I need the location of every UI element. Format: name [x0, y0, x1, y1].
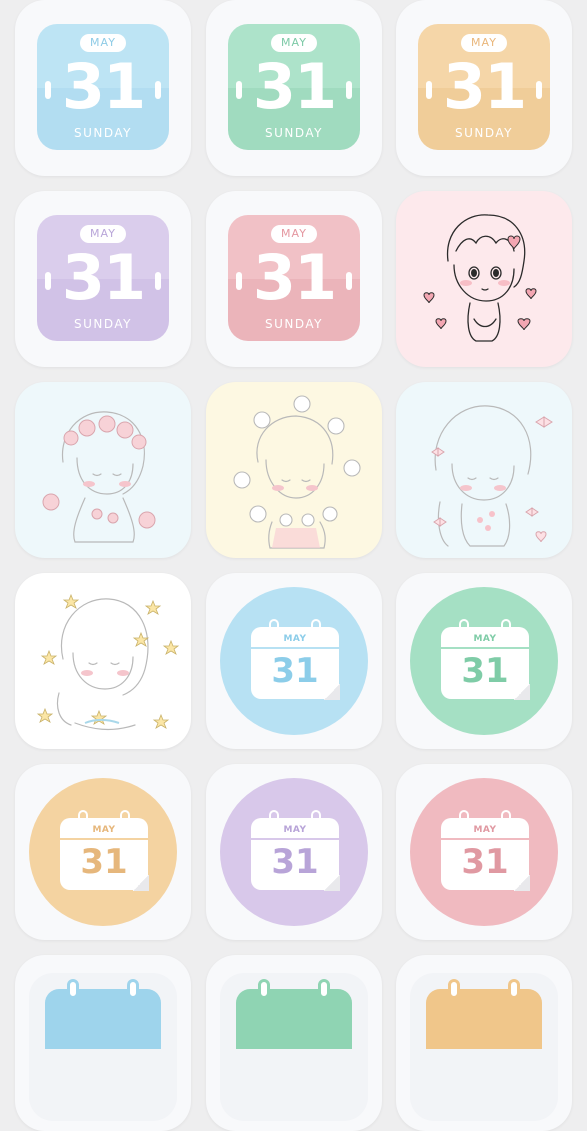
flip-calendar-green-icon: MAY 31 SUNDAY	[228, 24, 360, 150]
girl-flower-crown-illustration-icon	[42, 411, 156, 543]
girl-flowers-tile[interactable]	[206, 382, 382, 558]
girl-flower-crown-tile[interactable]	[15, 382, 191, 558]
square-calendar-orange-icon	[426, 979, 542, 1049]
square-calendar-blue-icon	[45, 979, 161, 1049]
circle-calendar-green-tile[interactable]: MAY 31	[396, 573, 572, 749]
girl-stars-tile[interactable]	[15, 573, 191, 749]
girl-hearts-tile[interactable]	[396, 191, 572, 367]
flip-calendar-blue-tile[interactable]: MAY 31 SUNDAY	[15, 0, 191, 176]
girl-ribbons-tile[interactable]	[396, 382, 572, 558]
circle-calendar-pink-icon: MAY 31	[410, 778, 558, 926]
girl-stars-illustration-icon	[36, 593, 180, 731]
circle-calendar-orange-icon: MAY 31	[29, 778, 177, 926]
square-calendar-green-tile[interactable]	[206, 955, 382, 1131]
flip-calendar-orange-tile[interactable]: MAY 31 SUNDAY	[396, 0, 572, 176]
month-label: MAY	[92, 825, 116, 835]
square-calendar-orange-tile[interactable]	[396, 955, 572, 1131]
square-calendar-green-icon	[236, 979, 352, 1049]
month-label: MAY	[283, 825, 307, 835]
day-number: 31	[252, 241, 337, 314]
flip-calendar-purple-tile[interactable]: MAY 31 SUNDAY	[15, 191, 191, 367]
weekday-label: SUNDAY	[264, 126, 323, 140]
weekday-label: SUNDAY	[264, 317, 323, 331]
flip-calendar-blue-icon: MAY 31 SUNDAY	[37, 24, 169, 150]
flip-calendar-orange-icon: MAY 31 SUNDAY	[418, 24, 550, 150]
flip-calendar-purple-icon: MAY 31 SUNDAY	[37, 215, 169, 341]
day-number: 31	[252, 50, 337, 123]
circle-calendar-purple-icon: MAY 31	[220, 778, 368, 926]
square-calendar-blue-tile[interactable]	[15, 955, 191, 1131]
circle-calendar-green-icon: MAY 31	[410, 587, 558, 735]
weekday-label: SUNDAY	[73, 317, 132, 331]
weekday-label: SUNDAY	[73, 126, 132, 140]
flip-calendar-green-tile[interactable]: MAY 31 SUNDAY	[206, 0, 382, 176]
circle-calendar-blue-icon: MAY 31	[220, 587, 368, 735]
icon-grid: MAY 31 SUNDAY MAY 31 SUNDAY MAY 31 SUNDA…	[0, 0, 587, 1131]
girl-hearts-illustration-icon	[423, 214, 537, 342]
circle-calendar-blue-tile[interactable]: MAY 31	[206, 573, 382, 749]
girl-flowers-illustration-icon	[233, 395, 361, 549]
month-label: MAY	[283, 634, 307, 644]
girl-ribbons-illustration-icon	[431, 405, 553, 547]
month-label: MAY	[473, 634, 497, 644]
day-number: 31	[61, 241, 146, 314]
circle-calendar-orange-tile[interactable]: MAY 31	[15, 764, 191, 940]
flip-calendar-pink-icon: MAY 31 SUNDAY	[228, 215, 360, 341]
month-label: MAY	[473, 825, 497, 835]
circle-calendar-purple-tile[interactable]: MAY 31	[206, 764, 382, 940]
flip-calendar-pink-tile[interactable]: MAY 31 SUNDAY	[206, 191, 382, 367]
circle-calendar-pink-tile[interactable]: MAY 31	[396, 764, 572, 940]
day-number: 31	[61, 50, 146, 123]
weekday-label: SUNDAY	[454, 126, 513, 140]
day-number: 31	[442, 50, 527, 123]
